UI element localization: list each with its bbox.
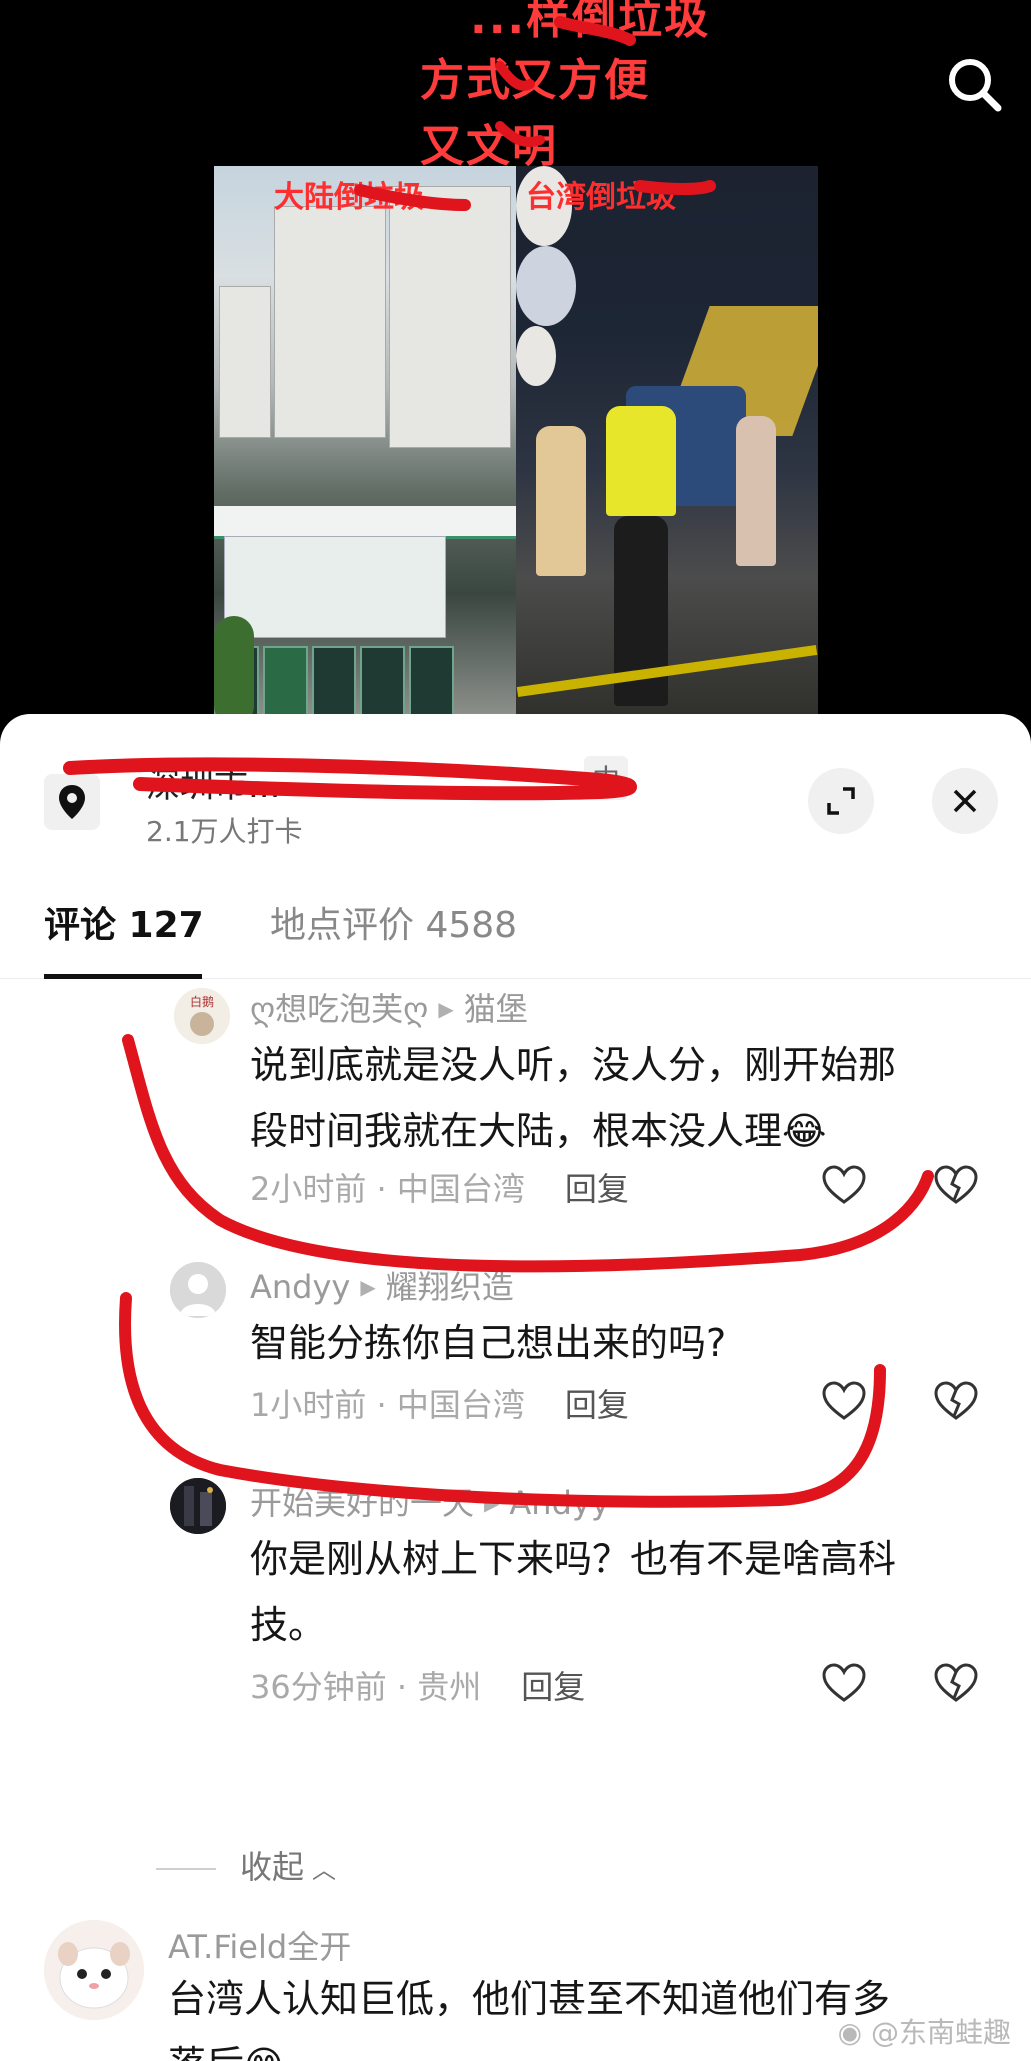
video-caption-line-1: ...样倒垃圾 (470, 0, 711, 44)
taiwan-label: 台湾倒垃圾 (526, 180, 676, 215)
taiwan-scene-image: 台湾倒垃圾 (516, 166, 818, 714)
comment-time-location: 1小时前 · 中国台湾 (250, 1386, 525, 1424)
reply-arrow-icon: ▶ (484, 1491, 500, 1515)
location-name[interactable]: 深圳市... (146, 758, 280, 807)
reply-to-user[interactable]: 耀翔织造 (386, 1268, 514, 1306)
comment-text: 你是刚从树上下来吗？也有不是啥高科 技。 (250, 1526, 1010, 1658)
comment-author[interactable]: 开始美好的一天 (250, 1484, 474, 1522)
collapse-replies-button[interactable]: 收起 ︿ (156, 1842, 336, 1888)
search-icon[interactable] (940, 50, 1010, 120)
dislike-icon[interactable] (932, 1660, 980, 1708)
like-icon[interactable] (820, 1660, 868, 1708)
weibo-icon: ◉ (837, 2016, 863, 2049)
comment-text-line: 说到底就是没人听，没人分，刚开始那 (250, 1043, 897, 1087)
watermark: ◉ @东南蛙趣 (838, 2011, 1011, 2051)
building (219, 286, 271, 438)
comment-author-line: ღ想吃泡芙ღ ▶ 猫堡 (250, 984, 528, 1030)
video-caption-line-2: 方式又方便 (420, 55, 650, 106)
like-icon[interactable] (820, 1162, 868, 1210)
avatar-default[interactable] (170, 1262, 226, 1318)
bin (360, 646, 406, 714)
close-icon (953, 789, 977, 813)
location-tag: 中 (584, 756, 629, 800)
avatar[interactable] (170, 1478, 226, 1534)
dislike-icon[interactable] (932, 1162, 980, 1210)
comment-text-fragment: 落后 (168, 2043, 244, 2061)
bin (311, 646, 357, 714)
emoji: 😁 (244, 2032, 284, 2061)
tab-place-reviews[interactable]: 地点评价 4588 (270, 896, 517, 948)
video-player[interactable]: ...样倒垃圾 方式又方便 又文明 大陆倒垃圾 台湾倒垃圾 (0, 0, 1031, 740)
mainland-label: 大陆倒垃圾 (274, 180, 424, 215)
reply-to-user[interactable]: 猫堡 (464, 990, 528, 1028)
comment-meta: 36分钟前 · 贵州 回复 (250, 1662, 585, 1708)
comment-author[interactable]: Andyy (250, 1268, 350, 1306)
reply-button[interactable]: 回复 (565, 1386, 629, 1424)
emoji: 😂 (782, 1109, 827, 1153)
comment-author[interactable]: AT.Field全开 (168, 1922, 351, 1968)
svg-text:白鹅: 白鹅 (190, 994, 214, 1009)
comment-time-location: 2小时前 · 中国台湾 (250, 1170, 525, 1208)
comment-author-line: 开始美好的一天 ▶ Andyy (250, 1478, 610, 1524)
expand-button[interactable] (808, 768, 874, 834)
comment-meta: 2小时前 · 中国台湾 回复 (250, 1164, 629, 1210)
bin-shelter-roof (214, 506, 516, 539)
reply-button[interactable]: 回复 (565, 1170, 629, 1208)
building (389, 186, 511, 448)
close-button[interactable] (932, 768, 998, 834)
divider (156, 1868, 216, 1870)
comment-sheet: 深圳市... 中 2.1万人打卡 评论 127 地点评价 4588 白鹅 ღ想吃… (0, 714, 1031, 2061)
person-vest (606, 406, 676, 516)
bin (262, 646, 308, 714)
like-icon[interactable] (820, 1378, 868, 1426)
expand-icon (827, 787, 855, 815)
comment-text-line: 智能分拣你自己想出来的吗? (250, 1321, 727, 1365)
comment-text-line: 你是刚从树上下来吗？也有不是啥高科 (250, 1537, 897, 1581)
tree-foliage (214, 616, 254, 714)
garbage-bag (516, 326, 556, 386)
comment-time-location: 36分钟前 · 贵州 (250, 1668, 482, 1706)
person (736, 416, 776, 566)
video-caption-line-3: 又文明 (420, 121, 558, 172)
tab-comments[interactable]: 评论 127 (44, 896, 204, 948)
reply-arrow-icon: ▶ (438, 997, 454, 1021)
tab-bar: 评论 127 地点评价 4588 (0, 896, 1031, 979)
comment-reply: 白鹅 ღ想吃泡芙ღ ▶ 猫堡 说到底就是没人听，没人分，刚开始那 段时间我就在大陆，… (0, 984, 1031, 1224)
watermark-text: @东南蛙趣 (870, 2016, 1011, 2049)
chevron-up-icon: ︿ (312, 1856, 337, 1884)
location-pin-icon (44, 774, 100, 830)
comment-text: 说到底就是没人听，没人分，刚开始那 段时间我就在大陆，根本没人理😂 (250, 1032, 1010, 1164)
tab-active-indicator (44, 974, 202, 979)
comment-text-line: 技。 (250, 1603, 327, 1647)
person (536, 426, 586, 576)
comment-text-line: 段时间我就在大陆，根本没人理😂 (250, 1098, 1010, 1164)
bin-shelter-wall (224, 536, 446, 638)
mainland-scene-image: 大陆倒垃圾 (214, 166, 516, 714)
collapse-label: 收起 (240, 1848, 305, 1886)
comment-reply: 开始美好的一天 ▶ Andyy 你是刚从树上下来吗？也有不是啥高科 技。 36分钟前… (0, 1478, 1031, 1738)
location-checkins: 2.1万人打卡 (146, 815, 303, 848)
comment-author[interactable]: ღ想吃泡芙ღ (250, 990, 428, 1028)
screen: ...样倒垃圾 方式又方便 又文明 大陆倒垃圾 台湾倒垃圾 深圳市... 中 2… (0, 0, 1031, 2061)
avatar[interactable]: 白鹅 (174, 988, 230, 1044)
garbage-bag (516, 246, 576, 326)
comment-reply: Andyy ▶ 耀翔织造 智能分拣你自己想出来的吗? 1小时前 · 中国台湾 回复 (0, 1262, 1031, 1462)
reply-to-user[interactable]: Andyy (509, 1484, 609, 1522)
bin (409, 646, 454, 714)
dislike-icon[interactable] (932, 1378, 980, 1426)
avatar[interactable] (44, 1920, 144, 2020)
comment-text: 智能分拣你自己想出来的吗? (250, 1310, 1010, 1376)
building (274, 206, 386, 438)
comment-author-line: Andyy ▶ 耀翔织造 (250, 1262, 514, 1308)
reply-button[interactable]: 回复 (521, 1668, 585, 1706)
reply-arrow-icon: ▶ (360, 1275, 376, 1299)
comment-meta: 1小时前 · 中国台湾 回复 (250, 1380, 629, 1426)
comment-text-fragment: 段时间我就在大陆，根本没人理 (250, 1109, 783, 1153)
